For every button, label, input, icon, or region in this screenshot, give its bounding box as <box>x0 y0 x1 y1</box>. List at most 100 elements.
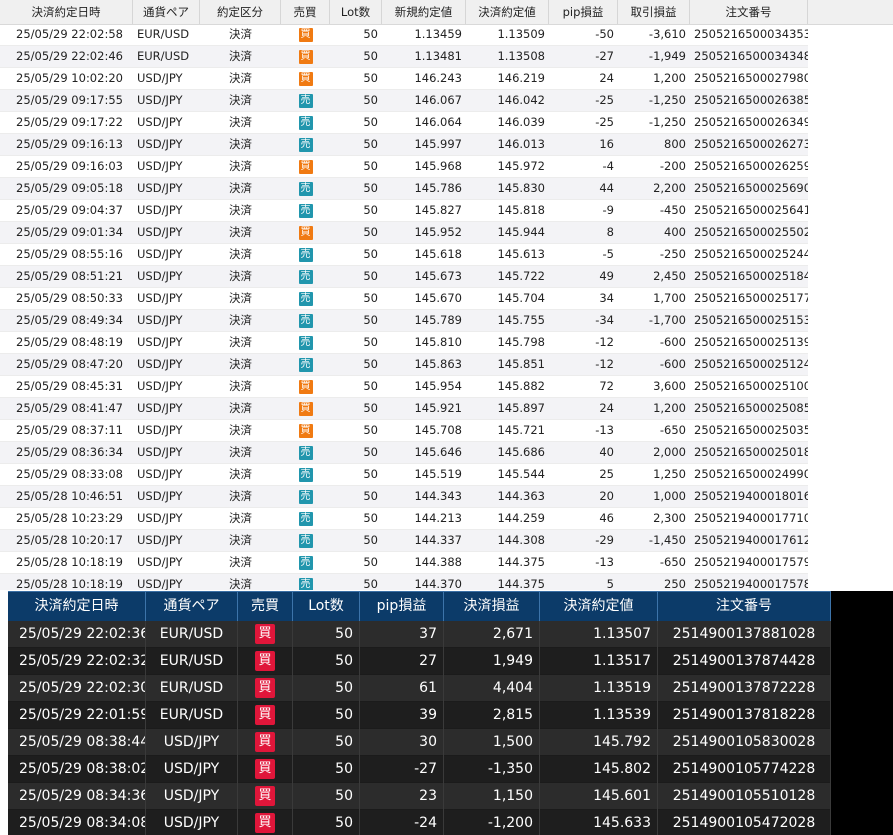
column-header-pl[interactable]: 取引損益 <box>618 0 690 24</box>
cell-lot: 50 <box>363 533 378 547</box>
table-row[interactable]: 25/05/29 22:02:30 EUR/USD 買 50 61 4,404 1.1351… <box>8 675 893 702</box>
column-header-datetime[interactable]: 決済約定日時 <box>0 0 133 24</box>
cell-side: 売 <box>281 552 330 574</box>
column-header-side[interactable]: 売買 <box>238 592 293 621</box>
cell-close: 145.944 <box>497 225 545 239</box>
table-row[interactable]: 25/05/29 22:02:58 EUR/USD 決済 買 50 1.13459 1.13… <box>0 24 808 46</box>
cell-close: 1.13509 <box>497 27 545 41</box>
cell-order: 2505219400017612 <box>694 533 808 547</box>
cell-side: 売 <box>281 574 330 590</box>
cell-kind: 決済 <box>229 401 252 415</box>
column-header-pair[interactable]: 通貨ペア <box>133 0 200 24</box>
table-body: 25/05/29 22:02:58 EUR/USD 決済買 50 1.13459 1.13… <box>0 24 808 590</box>
cell-pair: EUR/USD <box>146 702 238 729</box>
buy-badge: 買 <box>255 732 275 752</box>
column-header-pair[interactable]: 通貨ペア <box>146 592 238 621</box>
cell-close: 145.601 <box>540 783 658 810</box>
column-header-kind[interactable]: 約定区分 <box>200 0 281 24</box>
column-header-lot[interactable]: Lot数 <box>330 0 382 24</box>
table-row[interactable]: 25/05/29 08:50:33 USD/JPY 決済 売 50 145.670 145.… <box>0 288 808 310</box>
cell-close: 146.039 <box>497 115 545 129</box>
column-header-datetime[interactable]: 決済約定日時 <box>8 592 146 621</box>
cell-kind: 決済 <box>229 137 252 151</box>
cell-pips: 24 <box>599 71 614 85</box>
table-row[interactable]: 25/05/29 08:33:08 USD/JPY 決済 売 50 145.519 145.… <box>0 464 808 486</box>
sell-badge: 売 <box>298 577 313 590</box>
cell-datetime: 25/05/28 10:23:29 <box>16 511 123 525</box>
table-row[interactable]: 25/05/28 10:18:19 USD/JPY 決済 売 50 144.388 144.… <box>0 552 808 574</box>
table-row[interactable]: 25/05/29 09:05:18 USD/JPY 決済 売 50 145.786 145.… <box>0 178 808 200</box>
cell-side: 買 <box>281 222 330 244</box>
table-row[interactable]: 25/05/29 08:41:47 USD/JPY 決済 買 50 145.921 145.… <box>0 398 808 420</box>
cell-open: 145.997 <box>414 137 462 151</box>
table-row[interactable]: 25/05/28 10:23:29 USD/JPY 決済 売 50 144.213 144.… <box>0 508 808 530</box>
table-row[interactable]: 25/05/29 08:34:36 USD/JPY 買 50 23 1,150 145.60… <box>8 783 893 810</box>
cell-pips: 61 <box>360 675 444 702</box>
table-row[interactable]: 25/05/29 09:17:55 USD/JPY 決済 売 50 146.067 146.… <box>0 90 808 112</box>
column-header-close-price[interactable]: 決済約定値 <box>540 592 658 621</box>
table-row[interactable]: 25/05/29 08:36:34 USD/JPY 決済 売 50 145.646 145.… <box>0 442 808 464</box>
column-header-lot[interactable]: Lot数 <box>293 592 360 621</box>
column-header-pips[interactable]: pip損益 <box>549 0 618 24</box>
column-header-side[interactable]: 売買 <box>281 0 330 24</box>
table-row[interactable]: 25/05/28 10:46:51 USD/JPY 決済 売 50 144.343 144.… <box>0 486 808 508</box>
cell-pips: 8 <box>606 225 614 239</box>
cell-kind: 決済 <box>229 577 252 590</box>
buy-badge: 買 <box>255 705 275 725</box>
table-row[interactable]: 25/05/29 08:48:19 USD/JPY 決済 売 50 145.810 145.… <box>0 332 808 354</box>
cell-pl: -450 <box>659 203 686 217</box>
column-header-order-number[interactable]: 注文番号 <box>658 592 831 621</box>
table-row[interactable]: 25/05/28 10:18:19 USD/JPY 決済 売 50 144.370 144.… <box>0 574 808 590</box>
sell-badge: 売 <box>298 93 313 108</box>
cell-close: 145.972 <box>497 159 545 173</box>
table-row[interactable]: 25/05/29 22:01:59 EUR/USD 買 50 39 2,815 1.1353… <box>8 702 893 729</box>
column-header-pl[interactable]: 決済損益 <box>444 592 540 621</box>
cell-close: 1.13539 <box>540 702 658 729</box>
cell-side: 売 <box>281 112 330 134</box>
table-row[interactable]: 25/05/29 08:38:44 USD/JPY 買 50 30 1,500 145.79… <box>8 729 893 756</box>
cell-order: 2505216500025502 <box>694 225 808 239</box>
table-row[interactable]: 25/05/29 22:02:46 EUR/USD 決済 買 50 1.13481 1.13… <box>0 46 808 68</box>
cell-pair: USD/JPY <box>137 489 183 503</box>
cell-close: 144.259 <box>497 511 545 525</box>
buy-badge: 買 <box>255 813 275 833</box>
column-header-order-number[interactable]: 注文番号 <box>690 0 808 24</box>
table-row[interactable]: 25/05/29 08:34:08 USD/JPY 買 50 -24 -1,200 145.… <box>8 810 893 835</box>
cell-datetime: 25/05/29 22:02:46 <box>16 49 123 63</box>
table-row[interactable]: 25/05/29 09:17:22 USD/JPY 決済 売 50 146.064 146.… <box>0 112 808 134</box>
cell-side: 買 <box>238 756 293 783</box>
table-row[interactable]: 25/05/29 08:37:11 USD/JPY 決済 買 50 145.708 145.… <box>0 420 808 442</box>
table-row[interactable]: 25/05/29 08:51:21 USD/JPY 決済 売 50 145.673 145.… <box>0 266 808 288</box>
cell-close: 145.722 <box>497 269 545 283</box>
table-row[interactable]: 25/05/29 09:16:03 USD/JPY 決済 買 50 145.968 145.… <box>0 156 808 178</box>
table-row[interactable]: 25/05/29 09:04:37 USD/JPY 決済 売 50 145.827 145.… <box>0 200 808 222</box>
table-row[interactable]: 25/05/29 08:38:02 USD/JPY 買 50 -27 -1,350 145.… <box>8 756 893 783</box>
column-header-pips[interactable]: pip損益 <box>360 592 444 621</box>
cell-order: 2505216500026273 <box>694 137 808 151</box>
cell-pips: 44 <box>599 181 614 195</box>
cell-order: 2505216500025244 <box>694 247 808 261</box>
table-row[interactable]: 25/05/29 08:45:31 USD/JPY 決済 買 50 145.954 145.… <box>0 376 808 398</box>
table-row[interactable]: 25/05/29 09:01:34 USD/JPY 決済 買 50 145.952 145.… <box>0 222 808 244</box>
cell-pair: EUR/USD <box>146 675 238 702</box>
table-row[interactable]: 25/05/29 08:49:34 USD/JPY 決済 売 50 145.789 145.… <box>0 310 808 332</box>
table-row[interactable]: 25/05/29 22:02:32 EUR/USD 買 50 27 1,949 1.1351… <box>8 648 893 675</box>
cell-lot: 50 <box>293 810 360 835</box>
table-row[interactable]: 25/05/29 22:02:36 EUR/USD 買 50 37 2,671 1.1350… <box>8 621 893 648</box>
cell-pips: -12 <box>595 357 614 371</box>
cell-kind: 決済 <box>229 49 252 63</box>
cell-pips: 34 <box>599 291 614 305</box>
column-header-close-price[interactable]: 決済約定値 <box>466 0 549 24</box>
cell-datetime: 25/05/29 08:38:02 <box>8 756 146 783</box>
cell-order: 2505216500034348 <box>694 49 808 63</box>
cell-kind: 決済 <box>229 93 252 107</box>
column-header-open-price[interactable]: 新規約定値 <box>382 0 466 24</box>
table-row[interactable]: 25/05/29 08:55:16 USD/JPY 決済 売 50 145.618 145.… <box>0 244 808 266</box>
cell-pips: 27 <box>360 648 444 675</box>
table-row[interactable]: 25/05/28 10:20:17 USD/JPY 決済 売 50 144.337 144.… <box>0 530 808 552</box>
table-row[interactable]: 25/05/29 08:47:20 USD/JPY 決済 売 50 145.863 145.… <box>0 354 808 376</box>
table-row[interactable]: 25/05/29 10:02:20 USD/JPY 決済 買 50 146.243 146.… <box>0 68 808 90</box>
table-row[interactable]: 25/05/29 09:16:13 USD/JPY 決済 売 50 145.997 146.… <box>0 134 808 156</box>
cell-order: 2514900105510128 <box>658 783 831 810</box>
cell-open: 146.064 <box>414 115 462 129</box>
